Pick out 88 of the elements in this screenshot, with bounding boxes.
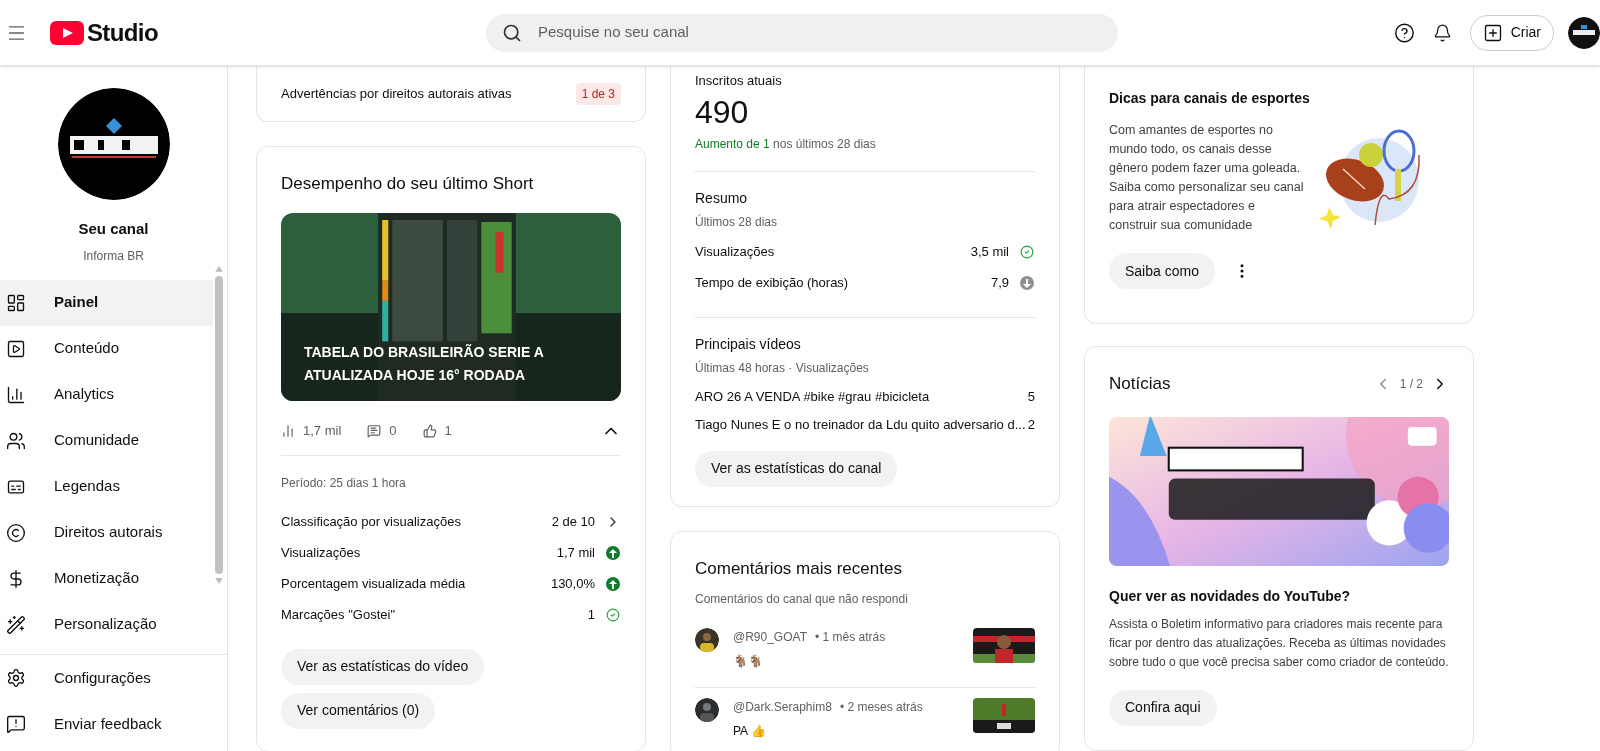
search-bar[interactable]: Pesquise no seu canal [486,13,1118,52]
news-headline: Quer ver as novidades do YouTube? [1109,586,1352,606]
feedback-icon [6,714,26,734]
thumbs-up-icon [422,423,437,438]
card-title: Dicas para canais de esportes [1109,89,1311,108]
dashboard-icon [6,292,26,313]
magic-wand-icon [6,614,26,635]
page-indicator: 1 / 2 [1399,375,1423,393]
check-circle-icon [1020,245,1034,259]
sidebar-item[interactable]: Monetização [0,555,213,602]
comments-count: 0 [389,421,397,440]
search-field[interactable]: Pesquise no seu canal [538,21,1102,44]
strikes-count: 1 de 3 [575,82,621,105]
arrow-down-icon [1020,276,1034,290]
views-count: 1,7 mil [303,421,342,440]
card-subtitle: Comentários do canal que não respondi [695,590,909,608]
stat-label: Porcentagem visualizada média [281,575,466,594]
channel-name: Informa BR [83,247,144,265]
metric-label: Visualizações [695,243,775,262]
copyright-icon [6,522,26,543]
channel-stats-button[interactable]: Ver as estatísticas do canal [695,450,898,487]
comment-text: 🐐🐐 [733,652,764,670]
notifications-icon[interactable] [1432,22,1452,43]
stat-label: Marcações "Gostei" [281,606,395,625]
subscriber-change: Aumento de 1 nos últimos 28 dias [695,135,877,153]
card-title: Comentários mais recentes [695,558,903,580]
news-text: Assista o Boletim informativo para criadores mais recente para ficar por dentro das atualizações. Receba as últimas novidades sobre tudo o que você precisa saber como criador de conteúdo. [1109,615,1449,671]
stat-value: 1 [587,606,595,625]
search-icon[interactable] [502,22,522,43]
stat-value: 130,0% [550,575,595,594]
stat-label: Visualizações [281,544,361,563]
section-title: Principais vídeos [695,334,802,354]
likes-count: 1 [444,421,452,440]
play-square-icon [6,338,26,359]
metric-value: 7,9 [990,274,1009,293]
video-views: 5 [1027,387,1035,406]
sidebar-item[interactable]: Conteúdo [0,325,213,372]
sidebar-item[interactable]: Configurações [0,655,227,701]
channel-label: Seu canal [78,219,149,239]
comment-text: PA 👍 [733,722,767,740]
sidebar-item[interactable]: Analytics [0,371,213,418]
logo-text: Studio [86,17,158,48]
sidebar-item[interactable]: Enviar feedback [0,701,227,747]
settings-icon [6,668,26,688]
stats-button[interactable]: Ver as estatísticas do vídeo [281,648,485,685]
card-title: Notícias [1109,373,1171,395]
metric-label: Tempo de exibição (horas) [695,274,849,293]
help-icon[interactable] [1393,21,1415,44]
add-video-icon [1482,22,1503,43]
video-views: 2 [1027,415,1035,434]
subscribers-label: Inscritos atuais [695,72,783,90]
thumbnail-title: TABELA DO BRASILEIRÃO SERIE A ATUALIZADA HOJE 16° RODADA [304,342,545,385]
subscribers-count: 490 [695,92,750,132]
stat-value: 2 de 10 [551,513,595,532]
video-title[interactable]: ARO 26 A VENDA #bike #grau #bicicleta [695,386,930,407]
sidebar-item[interactable]: Direitos autorais [0,509,213,556]
stats-button[interactable]: Ver comentários (0) [281,692,436,729]
bar-chart-icon [6,384,26,405]
sidebar-item[interactable]: Comunidade [0,417,213,464]
sidebar-item[interactable]: Legendas [0,463,213,510]
card-title: Desempenho do seu último Short [281,173,535,195]
section-title: Resumo [695,188,749,208]
video-thumbnail[interactable]: TABELA DO BRASILEIRÃO SERIE A ATUALIZADA HOJE 16° RODADA [281,212,621,401]
people-icon [6,430,26,451]
metric-value: 3,5 mil [970,243,1009,262]
stat-label: Classificação por visualizações [281,513,461,532]
comment-icon [367,423,382,438]
check-circle-icon [606,608,620,622]
period-text: Período: 25 dias 1 hora [281,474,407,492]
scrollbar-thumb[interactable] [215,275,223,575]
arrow-up-icon [606,546,620,560]
tips-text: Com amantes de esportes no mundo todo, os canais desse gênero podem fazer uma goleada. Saiba como personalizar seu canal para atrair espectadores e construir sua comunidade [1109,122,1305,234]
comment-time: • 1 mês atrás [815,628,886,646]
arrow-up-icon [606,577,620,591]
section-subtitle: Últimas 48 horas · Visualizações [695,359,870,377]
comment-time: • 2 meses atrás [839,698,923,716]
check-it-out-button[interactable]: Confira aqui [1109,689,1217,726]
comment-author[interactable]: @R90_GOAT [733,627,807,646]
video-title[interactable]: Tiago Nunes E o no treinador da Ldu quito adversario d... [695,414,1026,435]
comment-author[interactable]: @Dark.Seraphim8 [733,697,832,716]
bar-chart-icon [281,423,295,438]
stat-value: 1,7 mil [556,544,595,563]
section-subtitle: Últimos 28 dias [695,213,779,231]
sidebar-item[interactable]: Painel [0,279,213,326]
strikes-label: Advertências por direitos autorais ativas [281,84,512,103]
play-logo-icon [49,20,84,45]
learn-more-button[interactable]: Saiba como [1109,253,1215,289]
sidebar-item[interactable]: Personalização [0,601,213,648]
